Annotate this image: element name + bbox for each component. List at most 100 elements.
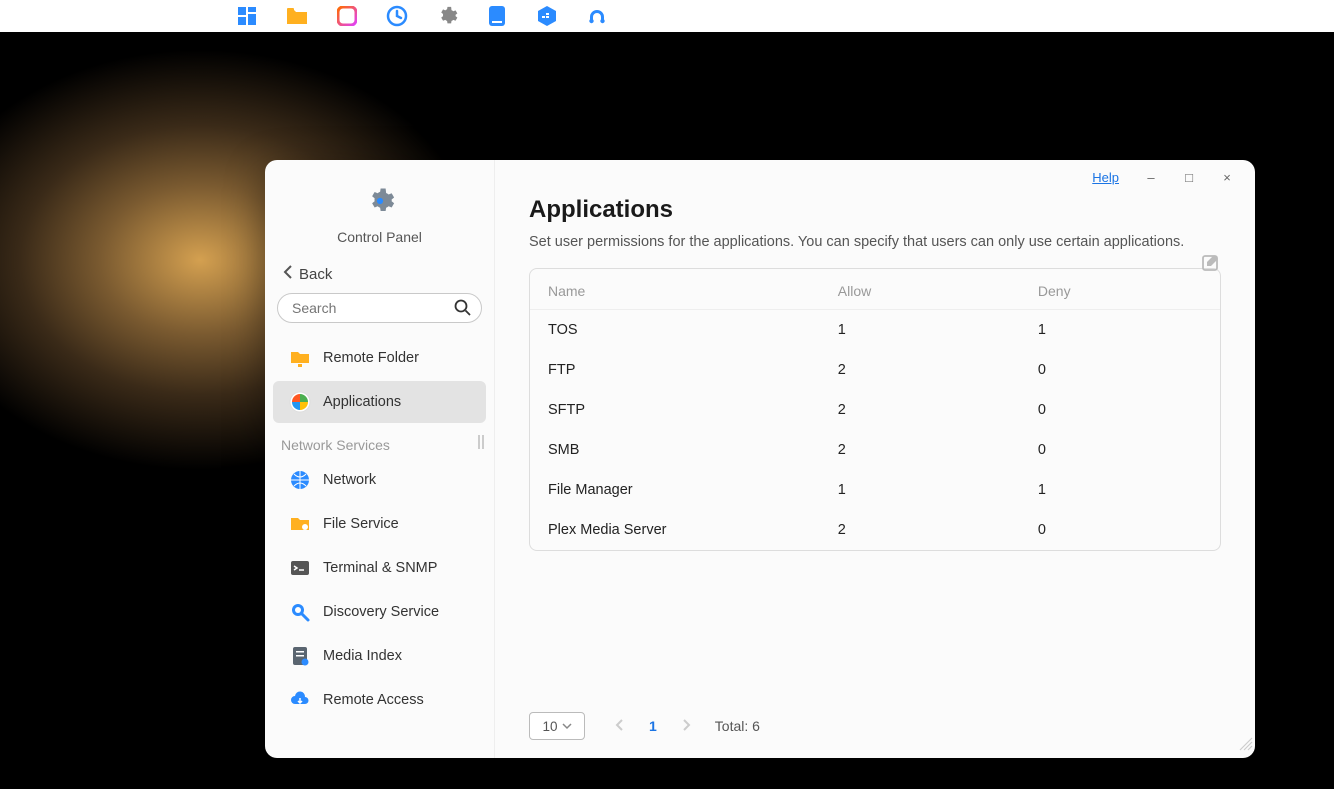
table-row[interactable]: SMB20: [530, 430, 1220, 470]
sidebar-item-discovery[interactable]: Discovery Service: [273, 591, 486, 633]
applications-table: Name Allow Deny TOS11FTP20SFTP20SMB20Fil…: [529, 268, 1221, 551]
pager-total: Total: 6: [715, 718, 760, 734]
table-header-row: Name Allow Deny: [530, 269, 1220, 310]
cell-name: File Manager: [530, 470, 820, 510]
window-titlebar: Help – □ ×: [1076, 160, 1255, 194]
cell-allow: 2: [820, 350, 1020, 390]
help-link[interactable]: Help: [1092, 170, 1119, 185]
table-footer: 10 1 Total: 6: [495, 704, 1255, 758]
folder-network-icon: [289, 347, 311, 369]
chevron-down-icon: [562, 722, 572, 730]
search-icon: [454, 299, 472, 317]
chevron-left-icon: [283, 265, 293, 283]
taskbar-app-dashboard-icon[interactable]: [236, 5, 258, 27]
cell-name: SMB: [530, 430, 820, 470]
taskbar-app-support-icon[interactable]: [586, 5, 608, 27]
edit-button[interactable]: [1201, 252, 1221, 277]
sidebar-item-terminal-snmp[interactable]: Terminal & SNMP: [273, 547, 486, 589]
sidebar-item-file-service[interactable]: File Service: [273, 503, 486, 545]
pager-next[interactable]: [677, 718, 695, 734]
sidebar-item-remote-access[interactable]: Remote Access: [273, 679, 486, 721]
sidebar-title: Control Panel: [275, 229, 484, 245]
table-row[interactable]: File Manager11: [530, 470, 1220, 510]
sidebar-item-label: Discovery Service: [323, 604, 439, 620]
table-row[interactable]: SFTP20: [530, 390, 1220, 430]
cell-name: Plex Media Server: [530, 510, 820, 550]
sidebar-item-label: Terminal & SNMP: [323, 560, 437, 576]
close-icon: ×: [1223, 170, 1231, 185]
chevron-right-icon: [681, 719, 691, 731]
sidebar-item-label: File Service: [323, 516, 399, 532]
cell-deny: 1: [1020, 310, 1220, 351]
taskbar-app-settings-icon[interactable]: [436, 5, 458, 27]
apps-icon: [289, 391, 311, 413]
window-close-button[interactable]: ×: [1215, 165, 1239, 189]
control-panel-window: Help – □ × Control Panel Back: [265, 160, 1255, 758]
cell-deny: 0: [1020, 350, 1220, 390]
sidebar-item-network[interactable]: Network: [273, 459, 486, 501]
cell-allow: 1: [820, 470, 1020, 510]
window-resize-handle[interactable]: [1239, 737, 1253, 756]
table-row[interactable]: FTP20: [530, 350, 1220, 390]
cell-deny: 0: [1020, 430, 1220, 470]
taskbar-app-appstore-icon[interactable]: [336, 5, 358, 27]
pager-current-page[interactable]: 1: [649, 718, 657, 734]
chevron-left-icon: [615, 719, 625, 731]
gear-icon: [365, 203, 395, 220]
search-input[interactable]: [277, 293, 482, 323]
cell-name: TOS: [530, 310, 820, 351]
sidebar-section-network-services: Network Services: [265, 425, 494, 457]
pager-prev[interactable]: [611, 718, 629, 734]
maximize-icon: □: [1185, 170, 1193, 185]
document-index-icon: [289, 645, 311, 667]
taskbar-app-files-icon[interactable]: [286, 5, 308, 27]
sidebar-item-label: Network: [323, 472, 376, 488]
sidebar: Control Panel Back Remote Folder: [265, 160, 495, 758]
sidebar-item-media-index[interactable]: Media Index: [273, 635, 486, 677]
cloud-icon: [289, 689, 311, 711]
table-row[interactable]: Plex Media Server20: [530, 510, 1220, 550]
sidebar-item-label: Applications: [323, 394, 401, 410]
sidebar-item-label: Remote Folder: [323, 350, 419, 366]
cell-name: SFTP: [530, 390, 820, 430]
taskbar: [0, 0, 1334, 32]
main-panel: Applications Set user permissions for th…: [495, 160, 1255, 758]
folder-share-icon: [289, 513, 311, 535]
cell-allow: 2: [820, 390, 1020, 430]
page-size-selector[interactable]: 10: [529, 712, 585, 740]
magnify-icon: [289, 601, 311, 623]
table-row[interactable]: TOS11: [530, 310, 1220, 351]
taskbar-app-monitor-icon[interactable]: [486, 5, 508, 27]
sidebar-item-label: Remote Access: [323, 692, 424, 708]
cell-deny: 0: [1020, 390, 1220, 430]
window-maximize-button[interactable]: □: [1177, 165, 1201, 189]
cell-deny: 1: [1020, 470, 1220, 510]
pager: 1 Total: 6: [611, 718, 760, 734]
globe-icon: [289, 469, 311, 491]
minimize-icon: –: [1147, 170, 1154, 185]
sidebar-item-remote-folder[interactable]: Remote Folder: [273, 337, 486, 379]
page-size-value: 10: [542, 719, 557, 734]
page-title: Applications: [529, 196, 1221, 224]
col-name: Name: [548, 283, 585, 299]
sidebar-item-label: Media Index: [323, 648, 402, 664]
sidebar-header: Control Panel: [265, 160, 494, 257]
window-minimize-button[interactable]: –: [1139, 165, 1163, 189]
pencil-square-icon: [1201, 252, 1221, 272]
sidebar-nav: Remote Folder Applications Network Servi…: [265, 335, 494, 758]
col-allow: Allow: [838, 283, 871, 299]
search-wrap: [265, 293, 494, 335]
taskbar-app-docker-icon[interactable]: [536, 5, 558, 27]
cell-allow: 1: [820, 310, 1020, 351]
cell-deny: 0: [1020, 510, 1220, 550]
cell-allow: 2: [820, 430, 1020, 470]
back-label: Back: [299, 266, 332, 283]
cell-allow: 2: [820, 510, 1020, 550]
content-area: Applications Set user permissions for th…: [495, 160, 1255, 704]
terminal-icon: [289, 557, 311, 579]
page-description: Set user permissions for the application…: [529, 234, 1221, 250]
sidebar-item-applications[interactable]: Applications: [273, 381, 486, 423]
taskbar-app-backup-icon[interactable]: [386, 5, 408, 27]
col-deny: Deny: [1038, 283, 1071, 299]
back-button[interactable]: Back: [265, 257, 494, 293]
